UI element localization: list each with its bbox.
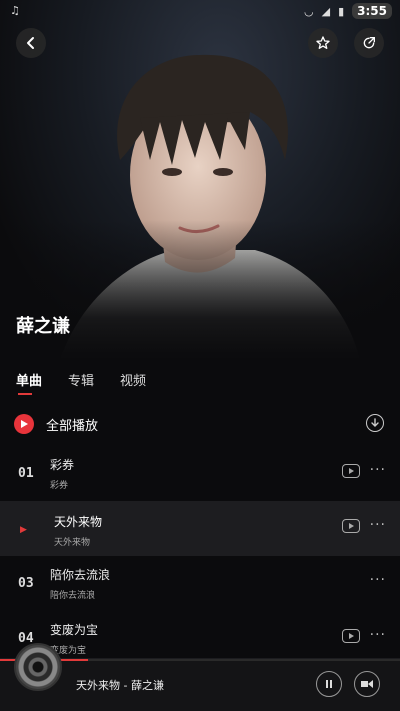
favorite-button[interactable] [308,28,338,58]
song-subtitle: 彩券 [50,481,69,491]
artist-name: 薛之谦 [16,316,70,337]
hero-gradient [0,220,400,360]
status-time: 3:55 [352,3,392,19]
song-index: 03 [18,576,34,591]
song-title: 变废为宝 [50,623,99,637]
back-button[interactable] [16,28,46,58]
song-subtitle: 陪你去流浪 [50,591,96,601]
content-tabs: 单曲 专辑 视频 [16,370,146,395]
song-subtitle: 天外来物 [54,538,91,548]
song-index: 01 [18,466,34,481]
more-options-button[interactable]: ··· [370,462,386,478]
signal-icon: ◢ [321,4,331,18]
video-play-icon [349,633,354,639]
star-icon [316,36,330,49]
mv-play-button[interactable] [342,464,360,478]
pause-icon [326,680,332,688]
tab-albums[interactable]: 专辑 [68,370,94,393]
more-options-button[interactable]: ··· [370,572,386,588]
tab-videos[interactable]: 视频 [120,370,146,393]
song-title: 陪你去流浪 [50,568,111,582]
song-list: 01 彩券 彩券 ··· ▶ 天外来物 天外来物 ··· 03 陪你去流浪 陪你… [0,446,400,666]
music-note-icon: ♫ [10,4,20,17]
play-all-label: 全部播放 [46,418,99,434]
share-button[interactable] [354,28,384,58]
more-options-button[interactable]: ··· [370,517,386,533]
play-all-row[interactable]: 全部播放 [14,412,384,436]
video-play-icon [349,523,354,529]
share-icon [363,37,375,49]
video-play-icon [349,468,354,474]
pause-button[interactable] [316,671,342,697]
battery-icon: ▮ [338,4,345,18]
album-disc-icon[interactable] [14,643,62,691]
play-icon [14,414,34,434]
song-row-current[interactable]: ▶ 天外来物 天外来物 ··· [0,501,400,556]
more-options-button[interactable]: ··· [370,627,386,643]
playlist-button[interactable] [354,671,380,697]
tab-songs[interactable]: 单曲 [16,370,42,395]
chevron-left-icon [27,37,34,49]
song-row[interactable]: 01 彩券 彩券 ··· [0,446,400,501]
artist-hero [0,0,400,360]
mv-play-button[interactable] [342,519,360,533]
song-row[interactable]: 03 陪你去流浪 陪你去流浪 ··· [0,556,400,611]
song-title: 彩券 [50,458,75,472]
status-bar: ♫ ◡ ◢ ▮ 3:55 [0,0,400,22]
wifi-icon: ◡ [304,4,314,18]
download-button[interactable] [366,414,384,432]
mv-play-button[interactable] [342,629,360,643]
now-playing-indicator-icon: ▶ [20,525,27,535]
now-playing-title: 天外来物 - 薛之谦 [76,679,164,692]
download-icon [371,418,379,427]
song-title: 天外来物 [54,515,103,529]
mini-player[interactable]: 天外来物 - 薛之谦 [0,643,400,711]
playlist-icon [361,680,373,688]
